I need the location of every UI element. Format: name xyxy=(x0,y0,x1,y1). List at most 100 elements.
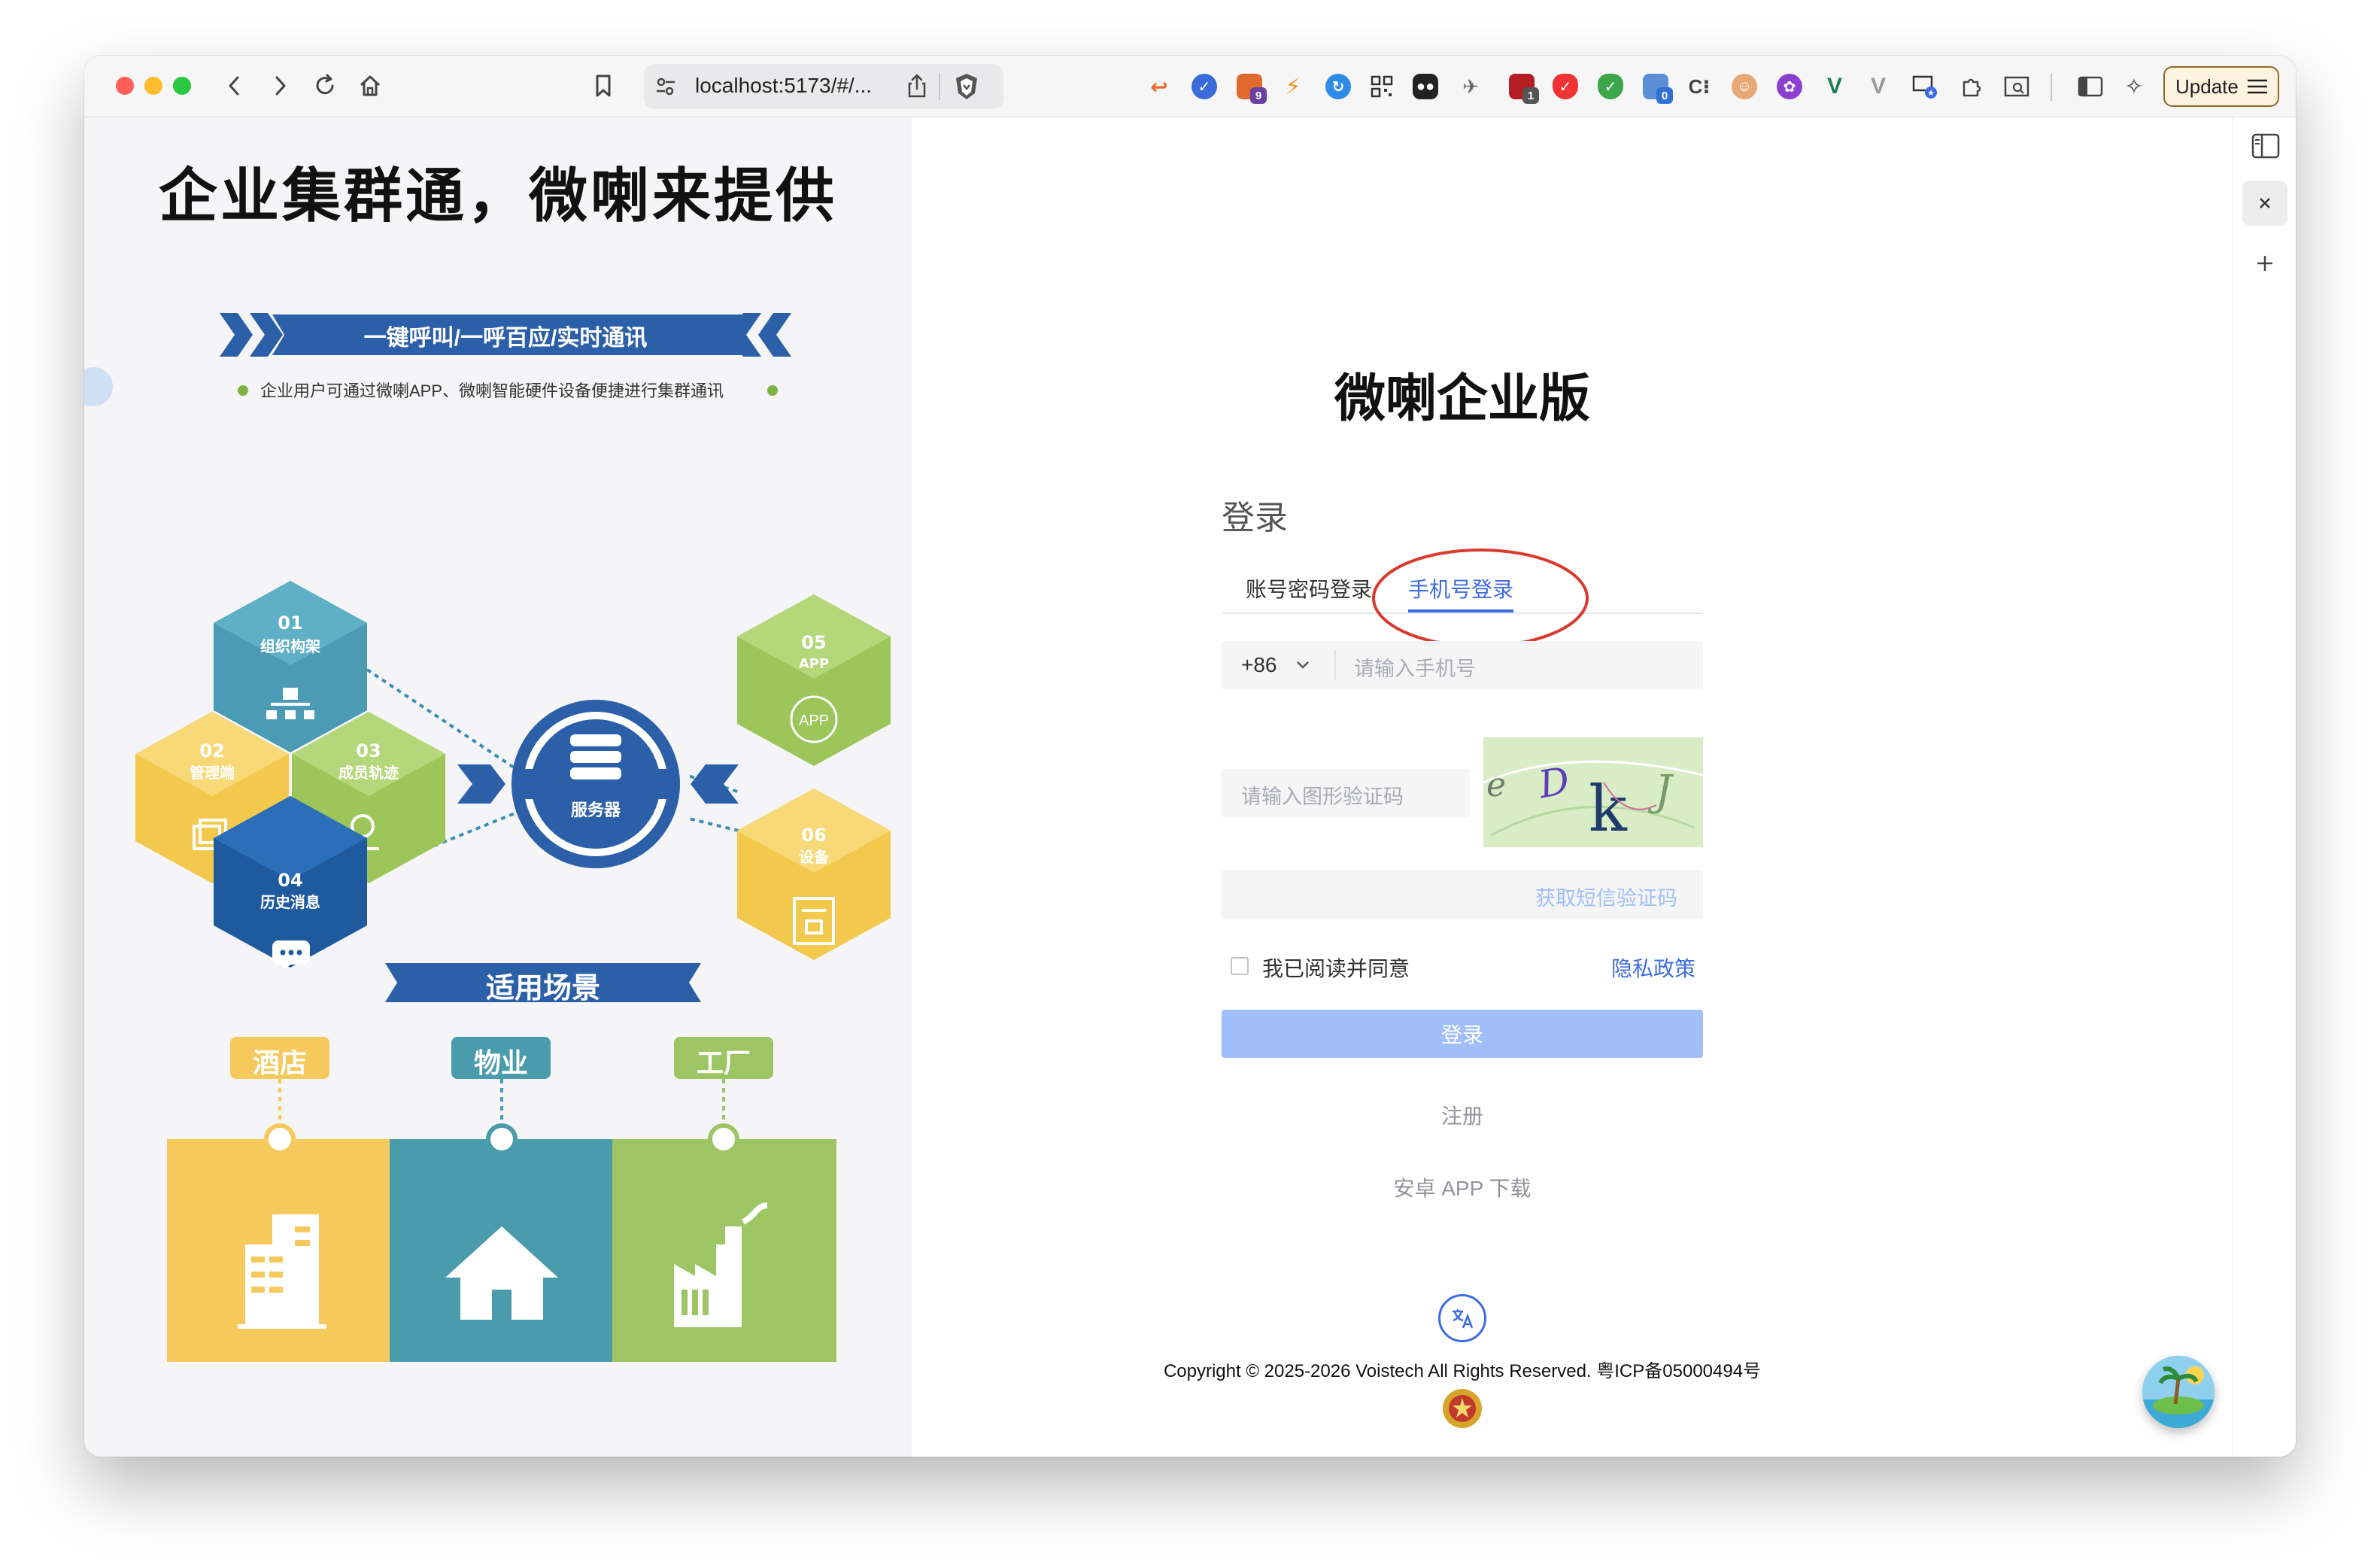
privacy-policy-link[interactable]: 隐私政策 xyxy=(1611,953,1695,983)
sync-extension-icon[interactable]: ↻ xyxy=(1325,74,1351,99)
bookmark-button[interactable] xyxy=(587,69,620,102)
chevron-left-icon xyxy=(229,76,239,96)
home-icon xyxy=(360,75,381,96)
back-button[interactable] xyxy=(218,69,251,102)
sidebar-close-button[interactable] xyxy=(2242,181,2287,226)
country-code-value: +86 xyxy=(1241,653,1277,676)
brand-title: 微喇企业版 xyxy=(1334,370,1590,427)
hex-06-num: 06 xyxy=(801,825,826,846)
island-icon xyxy=(2142,1356,2215,1428)
captcha-image[interactable]: e D k J xyxy=(1483,737,1703,847)
browser-sidebar xyxy=(2233,117,2296,1457)
agree-checkbox[interactable] xyxy=(1231,957,1249,975)
hex-01-label: 组织构架 xyxy=(260,637,320,655)
extension-badge: 9 xyxy=(1250,87,1267,104)
qr-code-extension-icon[interactable] xyxy=(1369,74,1395,99)
agree-label: 我已阅读并同意 xyxy=(1262,957,1410,980)
mask-extension-icon[interactable]: ●● xyxy=(1413,74,1438,99)
register-link[interactable]: 注册 xyxy=(1222,1100,1703,1130)
undo-extension-icon[interactable]: ↩ xyxy=(1146,74,1172,99)
svg-text:D: D xyxy=(1535,758,1573,807)
promo-banner-text: 一键呼叫/一呼百应/实时通讯 xyxy=(363,326,648,351)
sidebar-panel-button[interactable] xyxy=(2251,132,2280,163)
url-text: localhost:5173/#/... xyxy=(695,74,873,97)
login-section-title: 登录 xyxy=(1222,500,1288,536)
checkmark-extension-icon[interactable]: ✓ xyxy=(1192,74,1217,99)
face-extension-icon[interactable]: ☺ xyxy=(1732,74,1757,99)
promo-headline: 企业集群通，微喇来提供 xyxy=(158,163,837,229)
puzzle-icon xyxy=(1963,78,1981,97)
hex-03-label: 成员轨迹 xyxy=(338,764,399,782)
hex-06-label: 设备 xyxy=(799,848,830,866)
sms-button-label: 获取短信验证码 xyxy=(1535,887,1677,910)
promo-subline: 企业用户可通过微喇APP、微喇智能硬件设备便捷进行集群通讯 xyxy=(260,381,724,400)
svg-text:e: e xyxy=(1486,766,1506,804)
annotation-circle xyxy=(1372,548,1589,648)
reader-extension-icon[interactable] xyxy=(2004,74,2029,99)
zoom-window-button[interactable] xyxy=(173,77,191,95)
server-label: 服务器 xyxy=(571,801,621,820)
address-bar[interactable]: localhost:5173/#/... xyxy=(644,64,1003,109)
android-download-link[interactable]: 安卓 APP 下载 xyxy=(1222,1172,1703,1202)
svg-text:★: ★ xyxy=(1927,89,1935,98)
scene-tag-hotel-label: 酒店 xyxy=(252,1047,307,1078)
code-extension-icon[interactable]: C⁝ xyxy=(1686,74,1712,99)
phone-input-group: +86 请输入手机号 xyxy=(1222,641,1703,689)
lightning-extension-icon[interactable]: ⚡ xyxy=(1280,74,1306,99)
vue-devtools-extension-icon[interactable]: V xyxy=(1822,74,1847,99)
ai-sparkle-button[interactable]: ✧ xyxy=(2121,74,2147,99)
sms-code-button[interactable]: 获取短信验证码 xyxy=(1222,870,1703,919)
login-button[interactable]: 登录 xyxy=(1222,1010,1703,1058)
forward-button[interactable] xyxy=(263,69,296,102)
language-switch-button[interactable] xyxy=(1438,1294,1486,1342)
bullet-dot xyxy=(767,385,778,396)
home-button[interactable] xyxy=(354,69,387,102)
extensions-puzzle-button[interactable] xyxy=(1959,74,1984,99)
shield-green-extension-icon[interactable]: ✓ xyxy=(1598,74,1623,99)
purple-extension-icon[interactable]: ✿ xyxy=(1777,74,1802,99)
update-button[interactable]: Update xyxy=(2163,66,2279,107)
hex-06: 06 设备 xyxy=(737,789,891,960)
captcha-graphic: e D k J xyxy=(1483,758,1703,846)
input-divider xyxy=(1334,650,1336,680)
hex-02-label: 管理端 xyxy=(190,764,235,782)
scenes-blocks xyxy=(167,1079,836,1362)
plus-icon xyxy=(2257,256,2272,271)
sidebar-toggle-button[interactable] xyxy=(2078,74,2103,99)
reload-button[interactable] xyxy=(308,69,342,102)
hamburger-menu-icon xyxy=(2247,79,2267,94)
minimize-window-button[interactable] xyxy=(144,77,162,95)
chat-bubble-icon xyxy=(272,940,310,968)
svg-text:J: J xyxy=(1647,767,1674,816)
lock-extension-icon[interactable]: 1 xyxy=(1509,74,1539,104)
phone-input[interactable]: 请输入手机号 xyxy=(1354,652,1476,682)
app-icon-text: APP xyxy=(799,713,829,729)
vue-devtools-disabled-extension-icon[interactable]: V xyxy=(1865,74,1891,99)
bookmark-icon xyxy=(596,74,611,97)
sidebar-add-button[interactable] xyxy=(2254,253,2275,278)
feature-diagram: 01 组织构架 02 管理端 03 成员轨迹 04 历史消息 服务器 05 AP… xyxy=(135,581,891,968)
notes-extension-icon[interactable]: 9 xyxy=(1237,74,1267,104)
browser-toolbar: localhost:5173/#/... ↩ ✓ 9 ⚡ ↻ ●● ✈ 1 ✓ … xyxy=(84,56,2296,117)
browser-window: localhost:5173/#/... ↩ ✓ 9 ⚡ ↻ ●● ✈ 1 ✓ … xyxy=(84,56,2296,1457)
copyright-text: Copyright © 2025-2026 Voistech All Right… xyxy=(1163,1361,1762,1381)
scenes-title: 适用场景 xyxy=(485,973,600,1004)
brave-shield-icon[interactable] xyxy=(954,72,979,101)
translate-extension-icon[interactable]: 0 xyxy=(1643,74,1673,104)
country-code-select[interactable]: +86 xyxy=(1222,641,1334,689)
extension-badge: 0 xyxy=(1656,87,1673,104)
floating-assistant-avatar[interactable] xyxy=(2142,1356,2215,1428)
captcha-input[interactable]: 请输入图形验证码 xyxy=(1222,769,1470,817)
pin-extension-icon[interactable]: ✈ xyxy=(1458,74,1483,99)
reload-icon xyxy=(316,74,334,95)
police-emblem-icon[interactable] xyxy=(1441,1387,1483,1430)
extension-badge: 1 xyxy=(1522,87,1539,104)
tab-account-password[interactable]: 账号密码登录 xyxy=(1246,573,1372,603)
floating-translate-icon[interactable] xyxy=(84,367,113,406)
window-star-extension-icon[interactable]: ★ xyxy=(1912,74,1938,99)
scene-tag-factory-label: 工厂 xyxy=(696,1047,751,1078)
close-window-button[interactable] xyxy=(116,77,134,95)
hex-04-num: 04 xyxy=(278,870,302,891)
share-icon[interactable] xyxy=(906,73,928,99)
shield-red-extension-icon[interactable]: ✓ xyxy=(1553,74,1578,99)
